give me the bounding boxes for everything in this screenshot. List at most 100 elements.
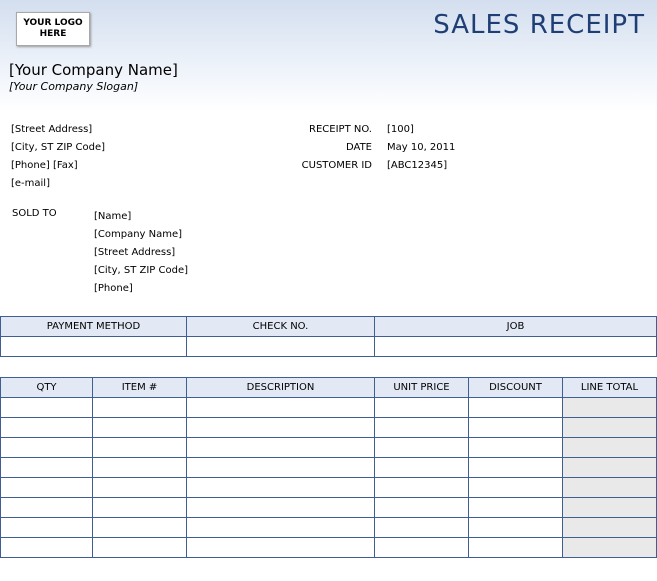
job-cell[interactable] bbox=[374, 336, 657, 357]
table-row bbox=[0, 517, 657, 538]
unit-price-cell[interactable] bbox=[374, 437, 469, 458]
line-total-cell bbox=[562, 477, 657, 498]
unit-price-cell[interactable] bbox=[374, 497, 469, 518]
company-slogan: [Your Company Slogan] bbox=[9, 80, 139, 93]
items-table: QTY ITEM # DESCRIPTION UNIT PRICE DISCOU… bbox=[0, 377, 657, 558]
sold-to-block: [Name] [Company Name] [Street Address] [… bbox=[94, 208, 188, 298]
items-header-row: QTY ITEM # DESCRIPTION UNIT PRICE DISCOU… bbox=[0, 377, 657, 398]
payment-method-header: PAYMENT METHOD bbox=[0, 316, 187, 337]
qty-header: QTY bbox=[0, 377, 93, 398]
receipt-no-label: RECEIPT NO. bbox=[309, 124, 372, 135]
qty-cell[interactable] bbox=[0, 437, 93, 458]
check-no-header: CHECK NO. bbox=[186, 316, 375, 337]
customer-id-value: [ABC12345] bbox=[387, 160, 448, 171]
customer-id-label: CUSTOMER ID bbox=[301, 160, 372, 171]
table-row bbox=[0, 397, 657, 418]
item-number-cell[interactable] bbox=[92, 437, 187, 458]
unit-price-cell[interactable] bbox=[374, 397, 469, 418]
description-cell[interactable] bbox=[186, 437, 375, 458]
company-name: [Your Company Name] bbox=[9, 61, 178, 79]
item-number-header: ITEM # bbox=[92, 377, 187, 398]
discount-cell[interactable] bbox=[468, 537, 563, 558]
item-number-cell[interactable] bbox=[92, 417, 187, 438]
table-row bbox=[0, 437, 657, 458]
qty-cell[interactable] bbox=[0, 537, 93, 558]
discount-cell[interactable] bbox=[468, 457, 563, 478]
company-address-block: [Street Address] [City, ST ZIP Code] [Ph… bbox=[11, 121, 105, 193]
company-street: [Street Address] bbox=[11, 124, 93, 135]
description-cell[interactable] bbox=[186, 517, 375, 538]
discount-cell[interactable] bbox=[468, 417, 563, 438]
sold-to-company: [Company Name] bbox=[94, 229, 183, 240]
date-value: May 10, 2011 bbox=[387, 142, 456, 153]
table-row bbox=[0, 497, 657, 518]
qty-cell[interactable] bbox=[0, 477, 93, 498]
table-row bbox=[0, 457, 657, 478]
table-row bbox=[0, 537, 657, 558]
sold-to-phone: [Phone] bbox=[94, 283, 133, 294]
discount-header: DISCOUNT bbox=[468, 377, 563, 398]
logo-line-2: HERE bbox=[39, 29, 67, 39]
payment-method-cell[interactable] bbox=[0, 336, 187, 357]
line-total-cell bbox=[562, 417, 657, 438]
discount-cell[interactable] bbox=[468, 437, 563, 458]
document-title: SALES RECEIPT bbox=[433, 10, 645, 40]
line-total-header: LINE TOTAL bbox=[562, 377, 657, 398]
description-cell[interactable] bbox=[186, 397, 375, 418]
date-label: DATE bbox=[345, 142, 372, 153]
item-number-cell[interactable] bbox=[92, 497, 187, 518]
payment-row bbox=[0, 336, 657, 357]
table-row bbox=[0, 477, 657, 498]
logo-line-1: YOUR LOGO bbox=[23, 18, 83, 28]
line-total-cell bbox=[562, 497, 657, 518]
receipt-info-values: [100] May 10, 2011 [ABC12345] bbox=[387, 121, 455, 175]
qty-cell[interactable] bbox=[0, 397, 93, 418]
unit-price-cell[interactable] bbox=[374, 477, 469, 498]
sold-to-name: [Name] bbox=[94, 211, 132, 222]
discount-cell[interactable] bbox=[468, 517, 563, 538]
unit-price-cell[interactable] bbox=[374, 417, 469, 438]
line-total-cell bbox=[562, 537, 657, 558]
discount-cell[interactable] bbox=[468, 497, 563, 518]
discount-cell[interactable] bbox=[468, 477, 563, 498]
qty-cell[interactable] bbox=[0, 417, 93, 438]
description-cell[interactable] bbox=[186, 417, 375, 438]
line-total-cell bbox=[562, 437, 657, 458]
sold-to-label: SOLD TO bbox=[12, 208, 57, 219]
description-cell[interactable] bbox=[186, 477, 375, 498]
company-email: [e-mail] bbox=[11, 178, 50, 189]
items-body bbox=[0, 397, 657, 558]
item-number-cell[interactable] bbox=[92, 397, 187, 418]
item-number-cell[interactable] bbox=[92, 517, 187, 538]
sold-to-city: [City, ST ZIP Code] bbox=[94, 265, 189, 276]
qty-cell[interactable] bbox=[0, 497, 93, 518]
unit-price-cell[interactable] bbox=[374, 457, 469, 478]
unit-price-cell[interactable] bbox=[374, 537, 469, 558]
item-number-cell[interactable] bbox=[92, 457, 187, 478]
payment-table: PAYMENT METHOD CHECK NO. JOB bbox=[0, 316, 657, 357]
description-cell[interactable] bbox=[186, 457, 375, 478]
qty-cell[interactable] bbox=[0, 457, 93, 478]
description-cell[interactable] bbox=[186, 497, 375, 518]
table-row bbox=[0, 417, 657, 438]
payment-header-row: PAYMENT METHOD CHECK NO. JOB bbox=[0, 316, 657, 337]
discount-cell[interactable] bbox=[468, 397, 563, 418]
company-city: [City, ST ZIP Code] bbox=[11, 142, 106, 153]
line-total-cell bbox=[562, 457, 657, 478]
logo-placeholder: YOUR LOGO HERE bbox=[16, 12, 90, 46]
unit-price-header: UNIT PRICE bbox=[374, 377, 469, 398]
unit-price-cell[interactable] bbox=[374, 517, 469, 538]
receipt-no-value: [100] bbox=[387, 124, 414, 135]
qty-cell[interactable] bbox=[0, 517, 93, 538]
description-cell[interactable] bbox=[186, 537, 375, 558]
line-total-cell bbox=[562, 397, 657, 418]
company-phone-fax: [Phone] [Fax] bbox=[11, 160, 78, 171]
sold-to-street: [Street Address] bbox=[94, 247, 176, 258]
item-number-cell[interactable] bbox=[92, 537, 187, 558]
job-header: JOB bbox=[374, 316, 657, 337]
check-no-cell[interactable] bbox=[186, 336, 375, 357]
description-header: DESCRIPTION bbox=[186, 377, 375, 398]
receipt-info-labels: RECEIPT NO. DATE CUSTOMER ID bbox=[280, 121, 372, 175]
item-number-cell[interactable] bbox=[92, 477, 187, 498]
line-total-cell bbox=[562, 517, 657, 538]
